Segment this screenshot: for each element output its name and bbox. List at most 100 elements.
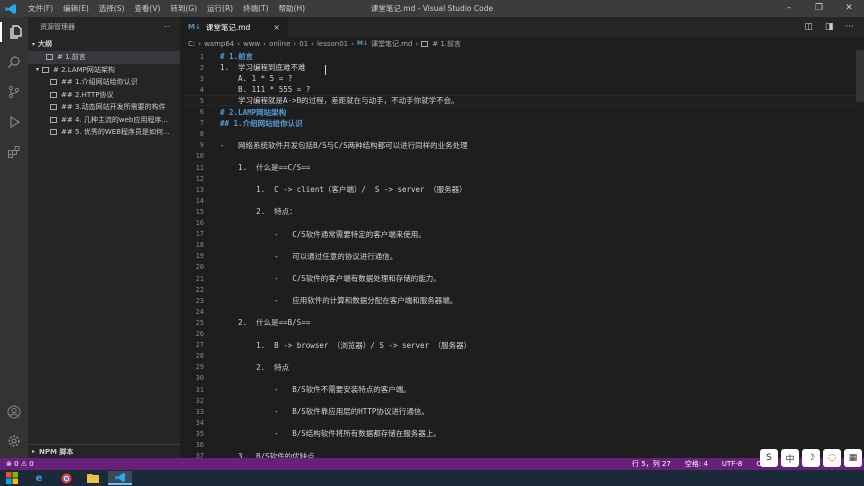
more-actions-button[interactable]: ··· (163, 23, 170, 31)
code-line[interactable]: 9 - 网络系统软件开发包括B/S与C/S两种结构都可以进行同样的业务处理 (180, 140, 468, 151)
split-editor-icon[interactable]: ◨ (825, 22, 834, 32)
code-line[interactable]: 27 1. B -> browser （浏览器）/ S -> server （服… (180, 340, 472, 351)
sogou-logo-icon[interactable]: S (760, 449, 778, 467)
outline-item-label: ## 3.动态网站开发所需要的构件 (61, 103, 166, 112)
breadcrumb-segment[interactable]: www (243, 40, 260, 48)
code-line[interactable]: 28 (180, 351, 204, 362)
outline-item[interactable]: # 1.前言 (28, 51, 180, 64)
minimap[interactable] (856, 50, 864, 458)
code-line[interactable]: 18 (180, 240, 204, 251)
chevron-down-icon: ▾ (36, 66, 40, 74)
editor-area[interactable]: 1 # 1.前言 2 1. 学习编程到底难不难 3 A. 1 * 5 = ? 4 B. 1… (180, 50, 864, 471)
code-line[interactable]: 20 (180, 262, 204, 273)
code-line[interactable]: 12 (180, 173, 204, 184)
code-line[interactable]: 30 (180, 373, 204, 384)
menu-item[interactable]: 运行(R) (202, 0, 238, 17)
code-line[interactable]: 3 A. 1 * 5 = ? (180, 73, 292, 84)
cursor-position[interactable]: 行 5，列 27 (632, 459, 671, 469)
code-line[interactable]: 4 B. 111 * 555 = ? (180, 84, 311, 95)
breadcrumb-segment[interactable]: 课堂笔记.md (371, 39, 413, 49)
code-line[interactable]: 5 学习编程就是A->B的过程，差距就在与动手，不动手你就学不会。 (180, 95, 459, 106)
menu-item[interactable]: 查看(V) (129, 0, 165, 17)
more-actions-icon[interactable]: ··· (845, 22, 854, 32)
tab-notes-md[interactable]: M↓ 课堂笔记.md × (180, 17, 288, 37)
code-line[interactable]: 21 - C/S软件的客户端有数据处理和存储的能力。 (180, 273, 441, 284)
settings-gear-icon[interactable] (4, 431, 24, 451)
code-line[interactable]: 19 - 可以通过任意的协议进行通信。 (180, 251, 398, 262)
moon-punctuation-icon[interactable]: ☽ (802, 449, 820, 467)
account-icon[interactable] (4, 402, 24, 422)
run-debug-icon[interactable] (4, 112, 24, 132)
breadcrumb-segment[interactable]: C: (188, 40, 195, 48)
outline-item[interactable]: ## 4. 几种主流的web应用程序... (28, 114, 180, 127)
file-encoding[interactable]: UTF-8 (722, 460, 742, 468)
tab-close-button[interactable]: × (273, 23, 280, 32)
code-line[interactable]: 29 2. 特点 (180, 362, 290, 373)
windows-taskbar: e (0, 470, 864, 486)
indent-spaces[interactable]: 空格: 4 (685, 459, 708, 469)
menu-item[interactable]: 选择(S) (94, 0, 130, 17)
close-window-button[interactable]: ✕ (834, 0, 864, 17)
code-line[interactable]: 24 (180, 306, 204, 317)
code-line[interactable]: 26 (180, 329, 204, 340)
menu-item[interactable]: 终端(T) (238, 0, 273, 17)
code-line[interactable]: 10 (180, 151, 204, 162)
outline-item[interactable]: ## 5. 优秀的WEB程序员是如何... (28, 126, 180, 139)
code-line[interactable]: 14 (180, 195, 204, 206)
menu-item[interactable]: 编辑(E) (58, 0, 94, 17)
emoji-icon[interactable]: ◌ (823, 449, 841, 467)
chevron-right-icon: › (198, 39, 202, 48)
search-icon[interactable] (4, 52, 24, 72)
code-line[interactable]: 16 (180, 218, 204, 229)
keyboard-icon[interactable]: ▦ (844, 449, 862, 467)
outline-item[interactable]: ## 1.介绍网站给你认识 (28, 76, 180, 89)
breadcrumb-segment[interactable]: lesson01 (317, 40, 348, 48)
code-line[interactable]: 13 1. C -> client（客户端）/ S -> server （服务器… (180, 184, 467, 195)
scrollbar-thumb[interactable] (856, 50, 864, 102)
explorer-icon[interactable] (0, 22, 30, 42)
code-line[interactable]: 22 (180, 284, 204, 295)
windows-start-icon[interactable] (0, 471, 24, 485)
breadcrumb-segment[interactable]: wamp64 (204, 40, 234, 48)
outline-item[interactable]: ## 3.动态网站开发所需要的构件 (28, 101, 180, 114)
extensions-icon[interactable] (4, 142, 24, 162)
source-control-icon[interactable] (4, 82, 24, 102)
npm-scripts-section[interactable]: ▸ NPM 脚本 (28, 444, 180, 458)
code-line[interactable]: 7 ## 1.介绍网站给你认识 (180, 118, 303, 129)
problems-indicator[interactable]: ⊗ 0 ⚠ 0 (6, 460, 34, 468)
code-line[interactable]: 23 - 应用软件的计算和数据分配在客户端和服务器端。 (180, 295, 458, 306)
vscode-taskbar-icon[interactable] (108, 471, 132, 485)
restore-button[interactable]: ❐ (804, 0, 834, 17)
breadcrumb-segment[interactable]: 01 (299, 40, 308, 48)
sidebar-header: 资源管理器 ··· (28, 17, 180, 37)
code-line[interactable]: 34 (180, 417, 204, 428)
chevron-right-icon: › (237, 39, 241, 48)
menu-item[interactable]: 文件(F) (23, 0, 58, 17)
breadcrumb-segment[interactable]: # 1.前言 (432, 39, 461, 49)
open-preview-icon[interactable]: ◫ (804, 22, 813, 32)
file-explorer-icon[interactable] (81, 471, 105, 485)
outline-section-header[interactable]: ▾ 大纲 (28, 37, 180, 51)
code-line[interactable]: 17 - C/S软件通常需要特定的客户端来使用。 (180, 229, 426, 240)
chrome-icon[interactable] (54, 471, 78, 485)
code-line[interactable]: 8 (180, 129, 204, 140)
code-line[interactable]: 33 - B/S软件靠应用层的HTTP协议进行通信。 (180, 406, 429, 417)
code-line[interactable]: 25 2. 什么是==B/S== (180, 317, 311, 328)
menu-item[interactable]: 帮助(H) (274, 0, 311, 17)
code-line[interactable]: 35 - B/S结构软件将所有数据都存储在服务器上。 (180, 428, 441, 439)
code-line[interactable]: 1 # 1.前言 (180, 51, 253, 62)
outline-item[interactable]: ## 2.HTTP协议 (28, 89, 180, 102)
minimize-button[interactable]: – (774, 0, 804, 17)
code-line[interactable]: 6 # 2.LAMP网站架构 (180, 107, 286, 118)
breadcrumb-segment[interactable]: online (269, 40, 290, 48)
code-line[interactable]: 2 1. 学习编程到底难不难 (180, 62, 306, 73)
ie-browser-icon[interactable]: e (27, 471, 51, 485)
chinese-mode-icon[interactable]: 中 (781, 449, 799, 467)
code-line[interactable]: 11 1. 什么是==C/S== (180, 162, 311, 173)
menu-item[interactable]: 转到(G) (165, 0, 202, 17)
code-line[interactable]: 31 - B/S软件不需要安装特点的客户端。 (180, 384, 411, 395)
code-line[interactable]: 32 (180, 395, 204, 406)
code-line[interactable]: 15 2. 特点： (180, 206, 297, 217)
code-line[interactable]: 36 (180, 440, 204, 451)
outline-item[interactable]: ▾ # 2.LAMP网站架构 (28, 64, 180, 77)
